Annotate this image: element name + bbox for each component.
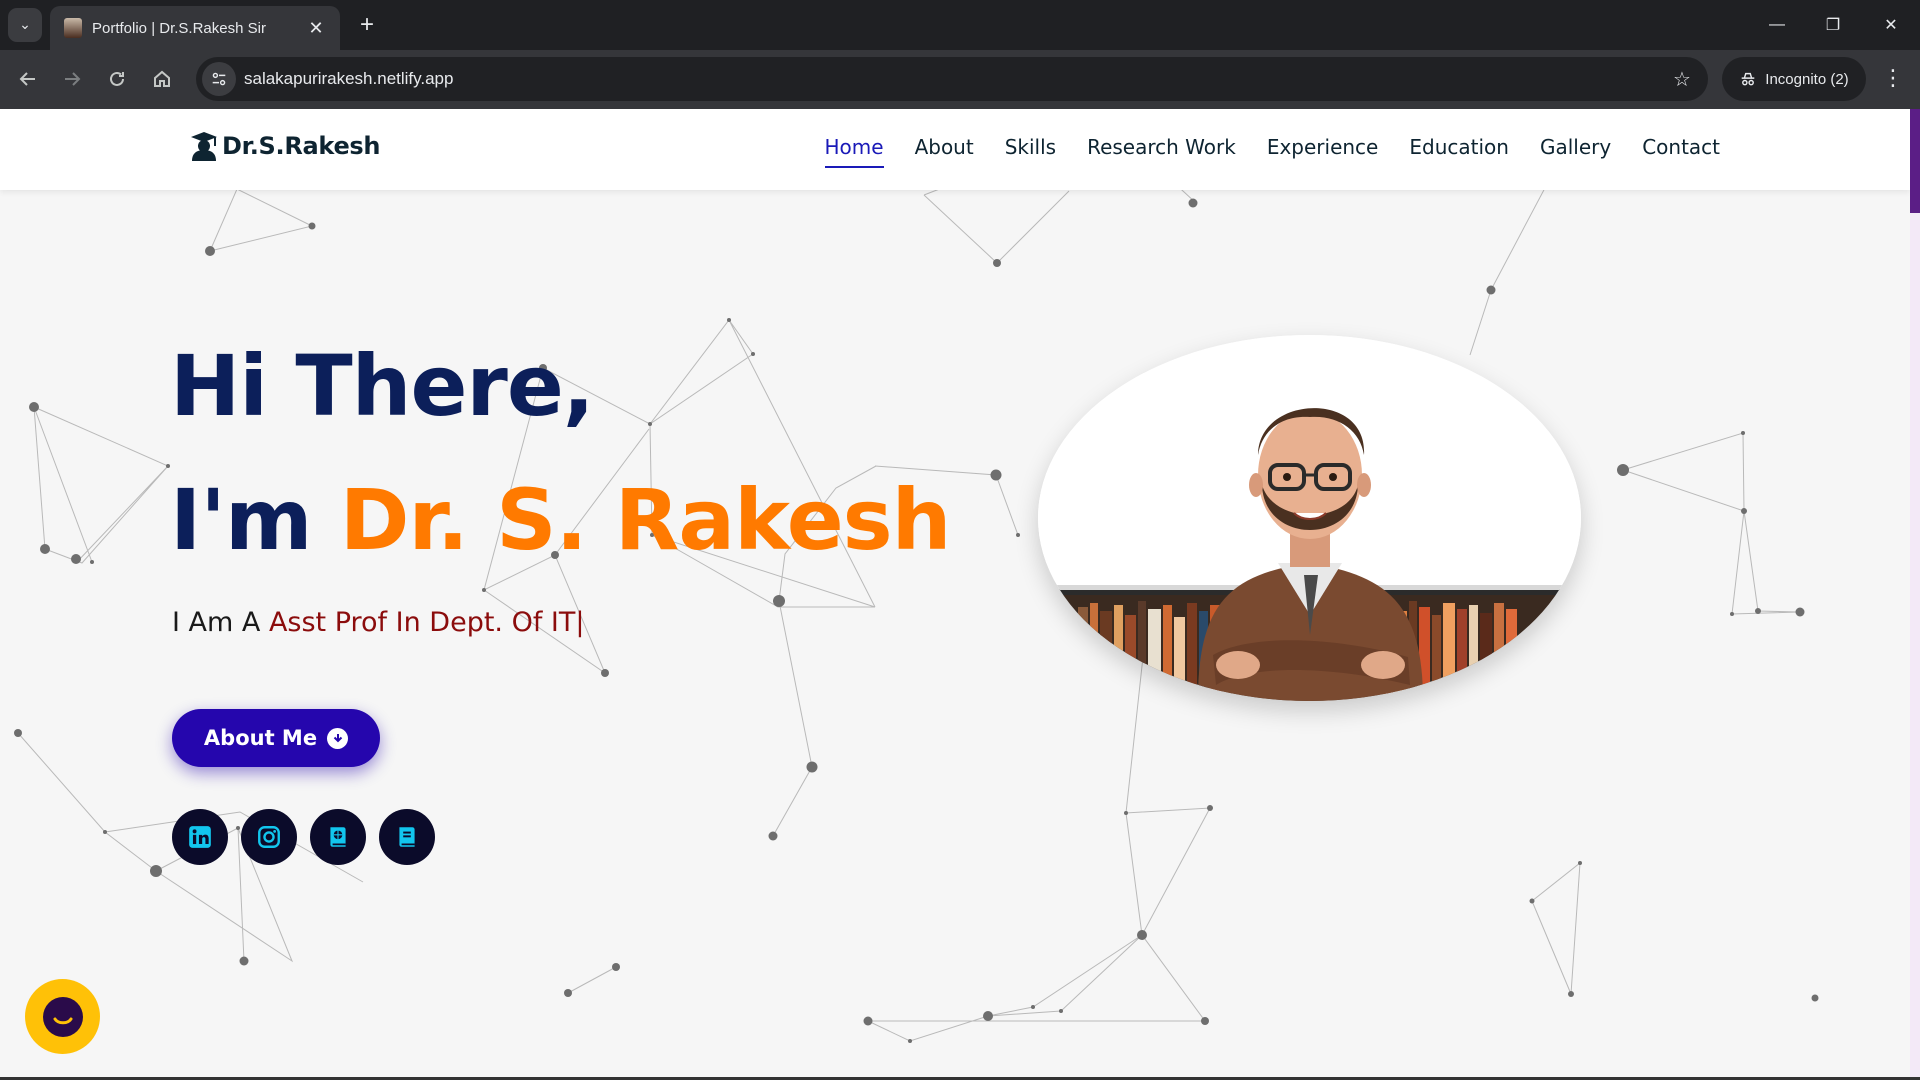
chat-widget-button[interactable] [25, 979, 100, 1054]
nav-education[interactable]: Education [1409, 135, 1509, 168]
tab-favicon-icon [64, 18, 82, 38]
social-links [172, 809, 435, 865]
web-page: Dr.S.Rakesh Home About Skills Research W… [0, 109, 1920, 1080]
forward-icon[interactable] [54, 61, 90, 97]
browser-tab-bar: ⌄ Portfolio | Dr.S.Rakesh Sir ✕ + — ❐ ✕ [0, 0, 1920, 50]
browser-tab[interactable]: Portfolio | Dr.S.Rakesh Sir ✕ [50, 6, 340, 50]
url-text: salakapurirakesh.netlify.app [244, 69, 454, 88]
main-nav: Home About Skills Research Work Experien… [824, 135, 1720, 168]
reload-icon[interactable] [99, 61, 135, 97]
hero-subtitle: I Am A Asst Prof In Dept. Of IT| [172, 607, 585, 638]
browser-toolbar: salakapurirakesh.netlify.app ☆ Incognito… [0, 50, 1920, 109]
address-bar[interactable]: salakapurirakesh.netlify.app ☆ [196, 57, 1708, 101]
bookmark-star-icon[interactable]: ☆ [1664, 67, 1700, 91]
scrollbar-thumb[interactable] [1910, 109, 1920, 213]
linkedin-icon[interactable] [172, 809, 228, 865]
incognito-badge[interactable]: Incognito (2) [1722, 57, 1866, 101]
nav-home[interactable]: Home [824, 135, 884, 168]
minimize-icon[interactable]: — [1752, 8, 1802, 42]
tab-title: Portfolio | Dr.S.Rakesh Sir [92, 19, 266, 37]
instagram-icon[interactable] [241, 809, 297, 865]
page-scrollbar[interactable] [1910, 109, 1920, 1080]
site-header: Dr.S.Rakesh Home About Skills Research W… [0, 109, 1910, 190]
site-info-icon[interactable] [202, 62, 236, 96]
nav-experience[interactable]: Experience [1267, 135, 1379, 168]
site-logo[interactable]: Dr.S.Rakesh [190, 131, 381, 161]
hero-name: Dr. S. Rakesh [339, 471, 952, 569]
hero-greeting: Hi There, [170, 337, 595, 435]
arrow-down-circle-icon [327, 727, 349, 749]
nav-research-work[interactable]: Research Work [1087, 135, 1236, 168]
about-me-label: About Me [203, 726, 318, 750]
restore-icon[interactable]: ❐ [1808, 8, 1858, 42]
tab-search-button[interactable]: ⌄ [8, 8, 42, 42]
back-icon[interactable] [10, 61, 46, 97]
hero-intro: I'm Dr. S. Rakesh [170, 471, 952, 569]
chat-icon [42, 996, 83, 1037]
close-tab-icon[interactable]: ✕ [306, 18, 326, 39]
about-me-button[interactable]: About Me [172, 709, 380, 767]
nav-gallery[interactable]: Gallery [1540, 135, 1611, 168]
home-icon[interactable] [144, 61, 180, 97]
logo-text: Dr.S.Rakesh [222, 132, 381, 160]
typed-role-text: Asst Prof In Dept. Of IT| [268, 607, 585, 638]
researchgate-icon[interactable] [310, 809, 366, 865]
nav-about[interactable]: About [915, 135, 974, 168]
incognito-icon [1741, 72, 1755, 86]
browser-menu-icon[interactable]: ⋮ [1876, 61, 1910, 97]
hero-subtitle-prefix: I Am A [172, 607, 269, 638]
nav-skills[interactable]: Skills [1005, 135, 1056, 168]
particle-network-background [14, 148, 1819, 1043]
window-close-icon[interactable]: ✕ [1866, 8, 1916, 42]
google-scholar-icon[interactable] [379, 809, 435, 865]
new-tab-button[interactable]: + [352, 10, 382, 40]
graduate-user-icon [190, 131, 218, 161]
hero-intro-prefix: I'm [170, 471, 340, 569]
profile-avatar-image [1038, 335, 1581, 701]
incognito-label: Incognito (2) [1765, 70, 1849, 88]
nav-contact[interactable]: Contact [1642, 135, 1720, 168]
